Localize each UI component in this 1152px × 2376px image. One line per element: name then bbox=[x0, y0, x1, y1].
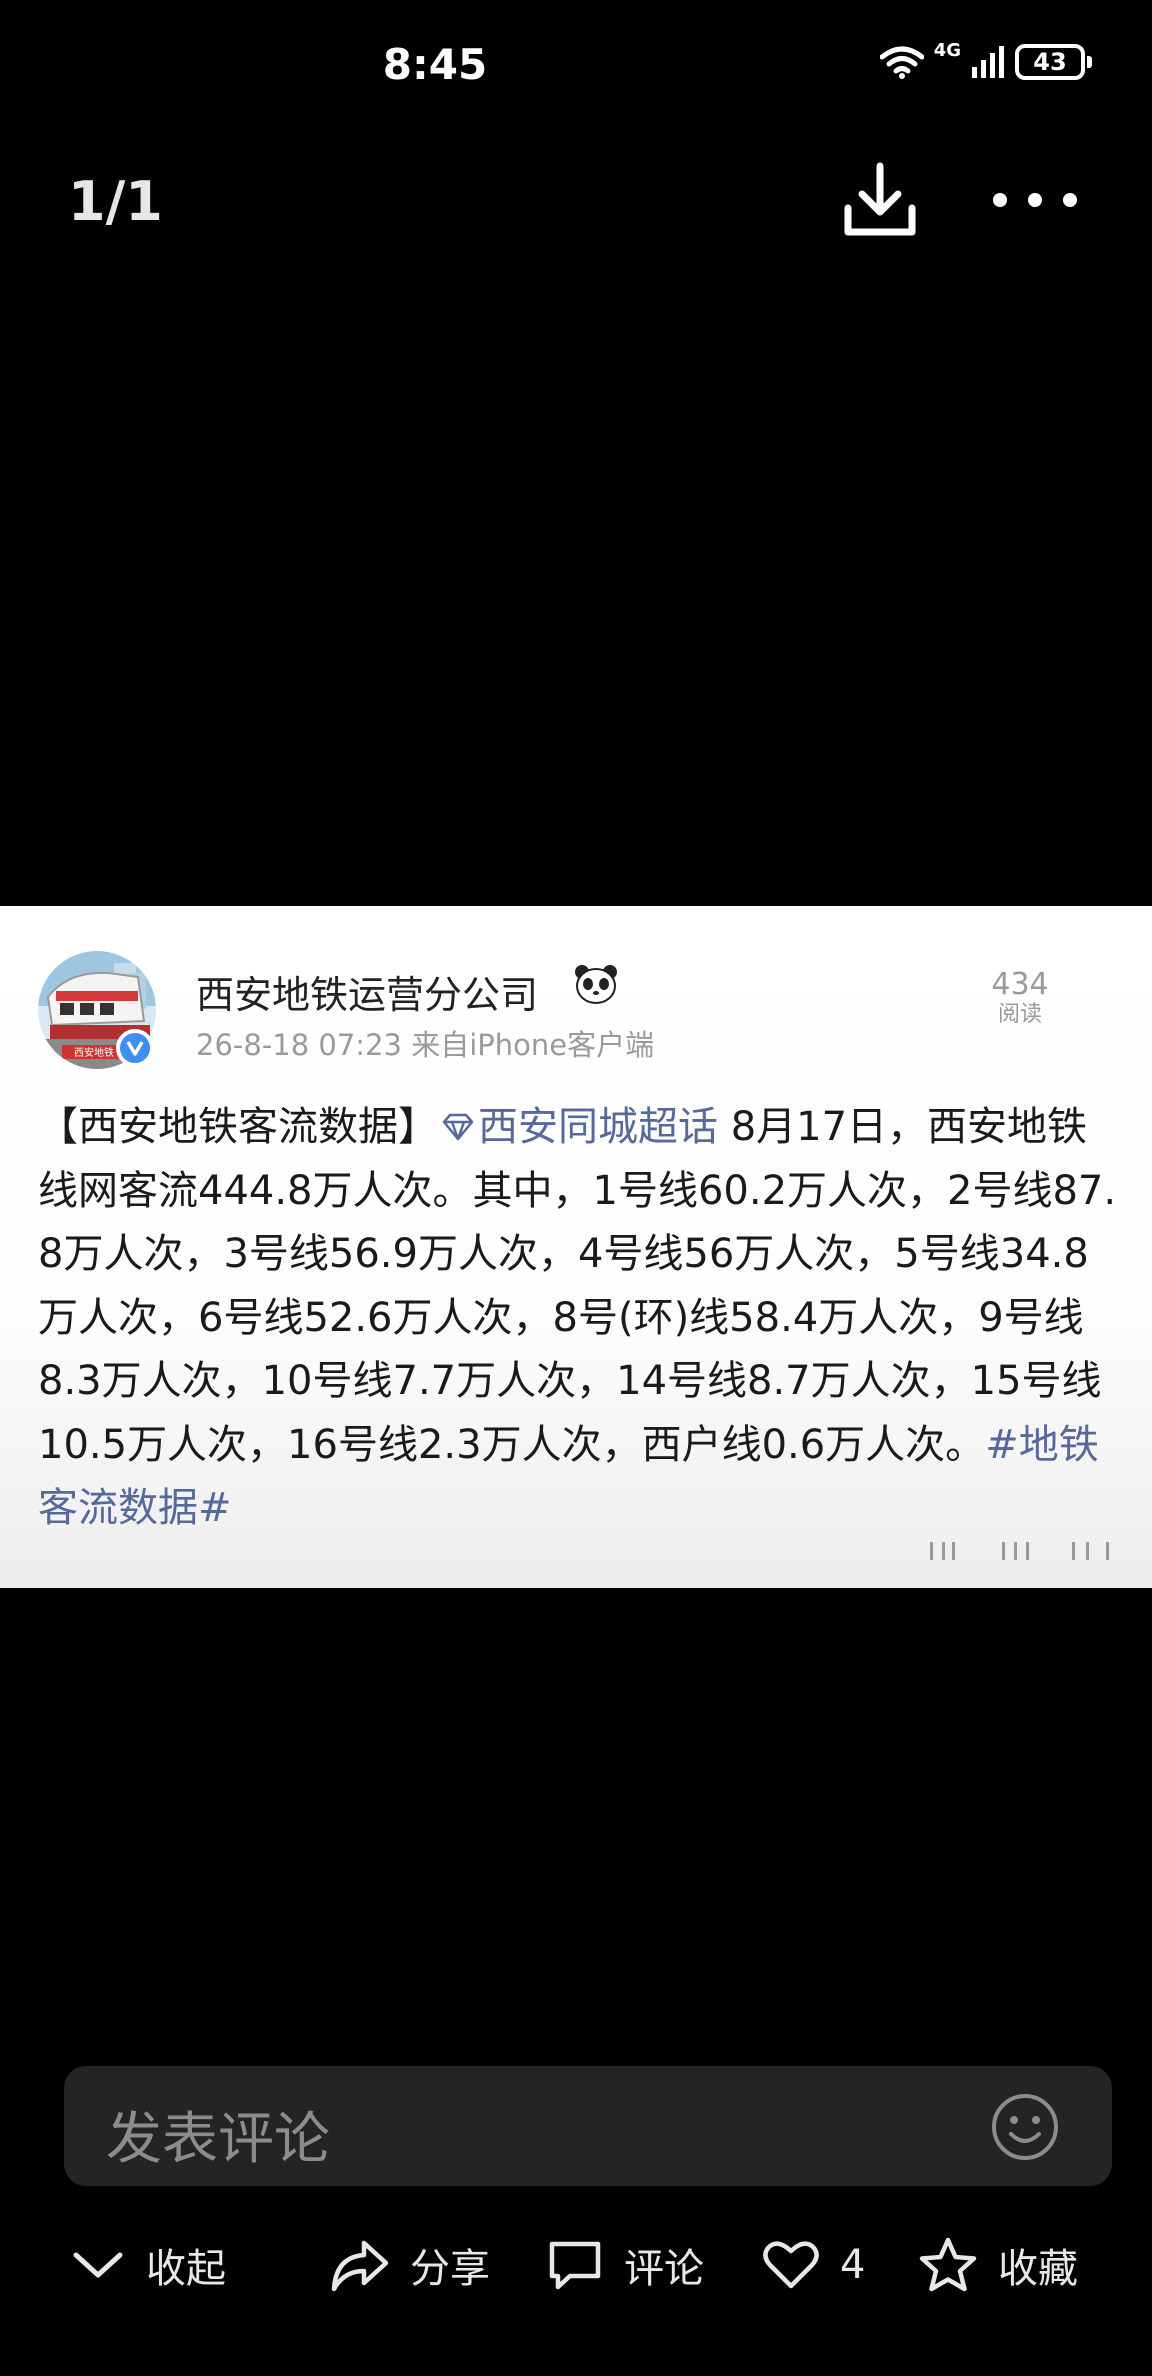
post-title: 【西安地铁客流数据】 bbox=[38, 1104, 438, 1150]
comment-button[interactable]: 评论 bbox=[546, 2234, 704, 2296]
comment-icon bbox=[549, 2241, 601, 2290]
read-count: 434 阅读 bbox=[970, 968, 1070, 1028]
status-bar: 8:45 4G 43 bbox=[0, 0, 1152, 130]
comment-label: 评论 bbox=[624, 2246, 704, 2292]
more-icon[interactable] bbox=[990, 175, 1080, 225]
avatar-logo-text: 西安地铁 bbox=[74, 1046, 114, 1059]
comment-input[interactable]: 发表评论 bbox=[64, 2066, 1112, 2186]
post-body: 【西安地铁客流数据】 西安同城超话 8月17日，西安地铁线网客流444.8万人次。… bbox=[38, 1096, 1118, 1541]
diamond-icon bbox=[442, 1113, 474, 1141]
download-icon[interactable] bbox=[840, 160, 920, 240]
read-count-label: 阅读 bbox=[997, 1002, 1042, 1027]
topic-link[interactable]: 西安同城超话 bbox=[478, 1104, 718, 1150]
verified-icon bbox=[116, 1029, 154, 1067]
comment-placeholder: 发表评论 bbox=[106, 2107, 330, 2172]
status-icons: 4G 43 bbox=[879, 40, 1092, 80]
wifi-icon bbox=[879, 46, 924, 79]
battery-level: 43 bbox=[1033, 48, 1067, 76]
post-text: 8月17日，西安地铁线网客流444.8万人次。其中，1号线60.2万人次，2号线… bbox=[38, 1104, 1117, 1468]
post-meta: 26-8-18 07:23 来自iPhone客户端 bbox=[196, 1028, 655, 1062]
network-type: 4G bbox=[933, 39, 961, 61]
action-bar: 收起 分享 评论 4 收藏 bbox=[0, 2220, 1152, 2310]
image-card[interactable]: 西安地铁 西安地铁运营分公司 26-8-18 07:23 来自iPhone客户端… bbox=[0, 906, 1152, 1588]
collapse-label: 收起 bbox=[146, 2246, 226, 2292]
heart-icon bbox=[763, 2241, 819, 2289]
chevron-down-icon bbox=[73, 2252, 123, 2278]
account-name[interactable]: 西安地铁运营分公司 bbox=[196, 964, 538, 1019]
like-count: 4 bbox=[840, 2242, 866, 2288]
favorite-button[interactable]: 收藏 bbox=[918, 2234, 1078, 2296]
page-counter: 1/1 bbox=[68, 170, 163, 233]
share-icon bbox=[331, 2240, 389, 2292]
like-button[interactable]: 4 bbox=[762, 2234, 865, 2296]
emoji-icon[interactable] bbox=[990, 2092, 1060, 2162]
battery-icon: 43 bbox=[1015, 44, 1092, 80]
favorite-label: 收藏 bbox=[998, 2246, 1078, 2292]
cropped-toolbar-icon bbox=[930, 1542, 1109, 1560]
share-label: 分享 bbox=[410, 2246, 490, 2292]
share-button[interactable]: 分享 bbox=[330, 2234, 490, 2296]
collapse-button[interactable]: 收起 bbox=[70, 2234, 226, 2296]
cellular-signal-icon bbox=[972, 46, 1004, 78]
star-icon bbox=[919, 2237, 977, 2292]
clock: 8:45 bbox=[382, 40, 488, 89]
panda-emoji-icon bbox=[575, 965, 617, 1004]
read-count-value: 434 bbox=[991, 967, 1049, 1002]
